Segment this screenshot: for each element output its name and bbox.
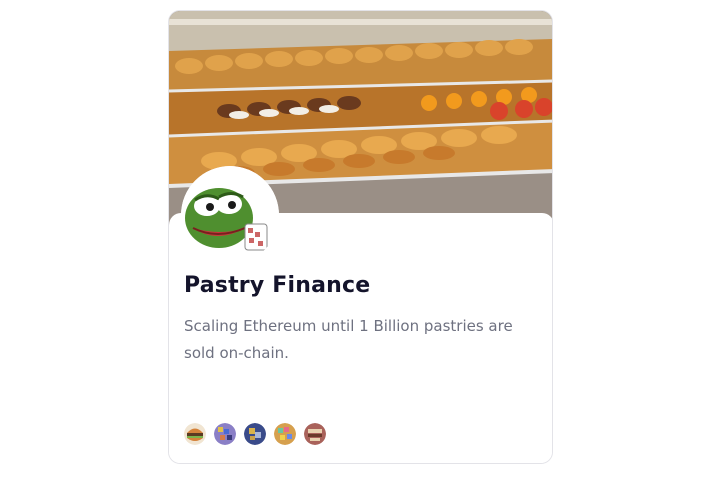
- member-avatar-3[interactable]: [244, 423, 266, 445]
- project-description: Scaling Ethereum until 1 Billion pastrie…: [184, 317, 513, 362]
- burger-avatar-icon: [184, 423, 206, 445]
- frog-avatar-icon: [181, 166, 279, 264]
- pixel-avatar-icon: [304, 423, 326, 445]
- member-avatar-2[interactable]: [214, 423, 236, 445]
- member-avatar-4[interactable]: [274, 423, 296, 445]
- project-card[interactable]: Pastry Finance Scaling Ethereum until 1 …: [168, 10, 553, 464]
- member-avatars: [184, 423, 326, 445]
- pixel-avatar-icon: [244, 423, 266, 445]
- pixel-avatar-icon: [214, 423, 236, 445]
- member-avatar-1[interactable]: [184, 423, 206, 445]
- member-avatar-5[interactable]: [304, 423, 326, 445]
- pixel-avatar-icon: [274, 423, 296, 445]
- project-title[interactable]: Pastry Finance: [184, 273, 370, 298]
